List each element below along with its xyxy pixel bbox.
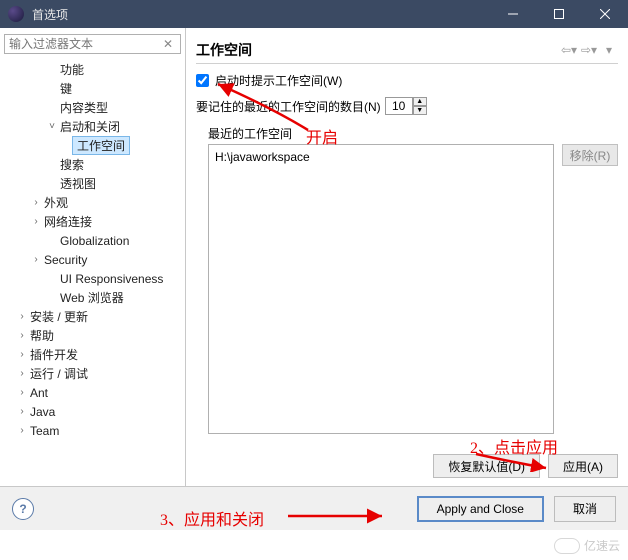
tree-item[interactable]: ›外观 (0, 193, 185, 212)
tree-item-label: 运行 / 调试 (30, 365, 88, 382)
maximize-button[interactable] (536, 0, 582, 28)
window-titlebar: 首选项 (0, 0, 628, 28)
window-title: 首选项 (32, 6, 490, 23)
tree-item[interactable]: Web 浏览器 (0, 288, 185, 307)
tree-item-label: 工作空间 (72, 136, 130, 155)
preferences-sidebar: ✕ 功能键内容类型˅启动和关闭工作空间搜索透视图›外观›网络连接Globaliz… (0, 28, 186, 486)
tree-item[interactable]: Globalization (0, 231, 185, 250)
cloud-icon (554, 538, 580, 554)
expand-icon[interactable]: › (16, 368, 28, 379)
recent-workspaces-list[interactable]: H:\javaworkspace (208, 144, 554, 434)
expand-icon[interactable]: › (16, 330, 28, 341)
tree-item[interactable]: 搜索 (0, 155, 185, 174)
clear-filter-icon[interactable]: ✕ (163, 37, 177, 51)
tree-item[interactable]: 工作空间 (0, 136, 185, 155)
tree-item[interactable]: 透视图 (0, 174, 185, 193)
app-icon (8, 6, 24, 22)
apply-and-close-button[interactable]: Apply and Close (417, 496, 544, 522)
tree-item-label: 透视图 (60, 175, 96, 192)
expand-icon[interactable]: › (16, 311, 28, 322)
tree-item[interactable]: ›Java (0, 402, 185, 421)
tree-item[interactable]: ›网络连接 (0, 212, 185, 231)
tree-item-label: 外观 (44, 194, 68, 211)
expand-icon[interactable]: › (16, 406, 28, 417)
tree-item-label: Ant (30, 386, 48, 400)
nav-back-icon[interactable]: ⇦▾ (560, 41, 578, 59)
close-button[interactable] (582, 0, 628, 28)
tree-item-label: Team (30, 424, 59, 438)
tree-item-label: 启动和关闭 (60, 118, 120, 135)
tree-item[interactable]: ›Security (0, 250, 185, 269)
tree-item-label: 网络连接 (44, 213, 92, 230)
tree-item[interactable]: ˅启动和关闭 (0, 117, 185, 136)
tree-item[interactable]: ›插件开发 (0, 345, 185, 364)
remove-button[interactable]: 移除(R) (562, 144, 618, 166)
cancel-button[interactable]: 取消 (554, 496, 616, 522)
tree-item[interactable]: ›Ant (0, 383, 185, 402)
remember-count-input[interactable] (385, 97, 413, 115)
tree-item-label: Globalization (60, 234, 129, 248)
watermark-text: 亿速云 (584, 537, 620, 554)
list-item[interactable]: H:\javaworkspace (213, 149, 549, 165)
tree-item-label: UI Responsiveness (60, 272, 163, 286)
tree-item[interactable]: ›运行 / 调试 (0, 364, 185, 383)
apply-button[interactable]: 应用(A) (548, 454, 618, 478)
tree-item[interactable]: UI Responsiveness (0, 269, 185, 288)
tree-item[interactable]: ›Team (0, 421, 185, 440)
remember-count-label: 要记住的最近的工作空间的数目(N) (196, 98, 381, 115)
tree-item[interactable]: 功能 (0, 60, 185, 79)
preferences-page: 工作空间 ⇦▾ ⇨▾ ▾ 启动时提示工作空间(W) 要记住的最近的工作空间的数目… (186, 28, 628, 486)
tree-item[interactable]: ›安装 / 更新 (0, 307, 185, 326)
expand-icon[interactable]: › (30, 197, 42, 208)
expand-icon[interactable]: › (16, 387, 28, 398)
tree-item-label: 搜索 (60, 156, 84, 173)
spinner[interactable]: ▲▼ (413, 97, 427, 115)
tree-item-label: Java (30, 405, 55, 419)
tree-item-label: Security (44, 253, 87, 267)
preferences-tree[interactable]: 功能键内容类型˅启动和关闭工作空间搜索透视图›外观›网络连接Globalizat… (0, 58, 185, 486)
tree-item-label: 键 (60, 80, 72, 97)
tree-item[interactable]: ›帮助 (0, 326, 185, 345)
tree-item[interactable]: 内容类型 (0, 98, 185, 117)
tree-item-label: 内容类型 (60, 99, 108, 116)
watermark: 亿速云 (554, 537, 620, 554)
prompt-workspace-row[interactable]: 启动时提示工作空间(W) (196, 72, 618, 89)
expand-icon[interactable]: › (30, 254, 42, 265)
prompt-workspace-label: 启动时提示工作空间(W) (215, 72, 342, 89)
filter-input[interactable] (4, 34, 181, 54)
dialog-footer: ? Apply and Close 取消 (0, 486, 628, 530)
expand-icon[interactable]: › (16, 425, 28, 436)
tree-item-label: 安装 / 更新 (30, 308, 88, 325)
recent-workspaces-label: 最近的工作空间 (208, 125, 618, 142)
expand-icon[interactable]: › (16, 349, 28, 360)
tree-item-label: 帮助 (30, 327, 54, 344)
expand-icon[interactable]: ˅ (46, 121, 58, 132)
nav-forward-icon[interactable]: ⇨▾ (580, 41, 598, 59)
prompt-workspace-checkbox[interactable] (196, 74, 209, 87)
tree-item-label: 插件开发 (30, 346, 78, 363)
tree-item[interactable]: 键 (0, 79, 185, 98)
nav-menu-icon[interactable]: ▾ (600, 41, 618, 59)
expand-icon[interactable]: › (30, 216, 42, 227)
tree-item-label: Web 浏览器 (60, 289, 124, 306)
restore-defaults-button[interactable]: 恢复默认值(D) (433, 454, 540, 478)
help-icon[interactable]: ? (12, 498, 34, 520)
minimize-button[interactable] (490, 0, 536, 28)
page-title: 工作空间 (196, 40, 558, 60)
tree-item-label: 功能 (60, 61, 84, 78)
